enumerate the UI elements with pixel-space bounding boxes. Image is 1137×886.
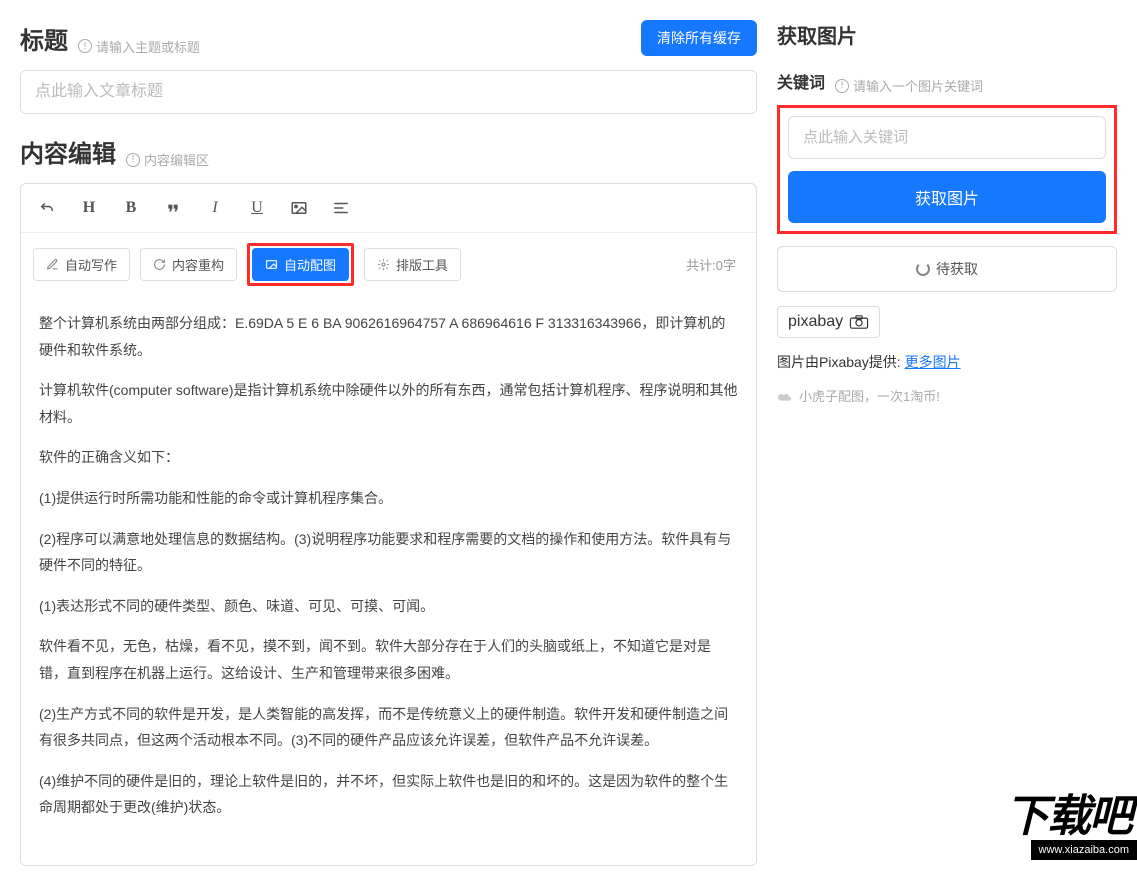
auto-write-button[interactable]: 自动写作 xyxy=(33,248,130,281)
editor-container: H B I U 自动写作 xyxy=(20,183,757,866)
info-icon: ! xyxy=(78,39,92,53)
paragraph: 计算机软件(computer software)是指计算机系统中除硬件以外的所有… xyxy=(39,377,738,430)
paragraph: 整个计算机系统由两部分组成：E.69DA 5 E 6 BA 9062616964… xyxy=(39,310,738,363)
word-count-label: 共计:0字 xyxy=(686,255,744,274)
align-left-icon[interactable] xyxy=(327,194,355,222)
content-section-label: 内容编辑 xyxy=(20,134,116,169)
title-hint: ! 请输入主题或标题 xyxy=(78,37,200,56)
cloud-icon xyxy=(777,390,793,402)
auto-image-highlight: 自动配图 xyxy=(247,243,354,286)
footer-note: 小虎子配图，一次1淘币! xyxy=(777,386,1117,405)
info-icon: ! xyxy=(835,79,849,93)
more-images-link[interactable]: 更多图片 xyxy=(905,354,961,370)
heading-icon[interactable]: H xyxy=(75,194,103,222)
watermark-url: www.xiazaiba.com xyxy=(1031,840,1137,860)
pending-status: 待获取 xyxy=(777,246,1117,292)
restructure-button[interactable]: 内容重构 xyxy=(140,248,237,281)
keyword-highlight-box: 获取图片 xyxy=(777,105,1117,234)
title-section-label: 标题 xyxy=(20,21,68,56)
paragraph: (2)生产方式不同的软件是开发，是人类智能的高发挥，而不是传统意义上的硬件制造。… xyxy=(39,701,738,754)
keyword-label: 关键词 xyxy=(777,69,825,93)
camera-icon xyxy=(849,315,869,329)
paragraph: 软件的正确含义如下： xyxy=(39,444,738,471)
keyword-label-row: 关键词 ! 请输入一个图片关键词 xyxy=(777,69,1117,95)
undo-icon[interactable] xyxy=(33,194,61,222)
image-panel-title: 获取图片 xyxy=(777,20,1117,49)
pixabay-badge: pixabay xyxy=(777,306,880,338)
article-title-input[interactable] xyxy=(20,70,757,114)
paragraph: (2)程序可以满意地处理信息的数据结构。(3)说明程序功能要求和程序需要的文档的… xyxy=(39,526,738,579)
spinner-icon xyxy=(916,262,930,276)
info-icon: ! xyxy=(126,153,140,167)
provider-text: 图片由Pixabay提供: 更多图片 xyxy=(777,352,1117,372)
action-toolbar: 自动写作 内容重构 自动配图 排版工具 共计:0字 xyxy=(21,233,756,296)
auto-image-button[interactable]: 自动配图 xyxy=(252,248,349,281)
paragraph: (1)提供运行时所需功能和性能的命令或计算机程序集合。 xyxy=(39,485,738,512)
content-editor[interactable]: 整个计算机系统由两部分组成：E.69DA 5 E 6 BA 9062616964… xyxy=(21,296,756,865)
get-image-button[interactable]: 获取图片 xyxy=(788,171,1106,223)
keyword-hint: ! 请输入一个图片关键词 xyxy=(835,76,983,95)
paragraph: (4)维护不同的硬件是旧的，理论上软件是旧的，并不坏，但实际上软件也是旧的和坏的… xyxy=(39,768,738,821)
content-hint: ! 内容编辑区 xyxy=(126,150,209,169)
quote-icon[interactable] xyxy=(159,194,187,222)
bold-icon[interactable]: B xyxy=(117,194,145,222)
underline-icon[interactable]: U xyxy=(243,194,271,222)
clear-cache-button[interactable]: 清除所有缓存 xyxy=(641,20,757,56)
layout-tool-button[interactable]: 排版工具 xyxy=(364,248,461,281)
italic-icon[interactable]: I xyxy=(201,194,229,222)
title-header-row: 标题 ! 请输入主题或标题 清除所有缓存 xyxy=(20,20,757,56)
image-icon[interactable] xyxy=(285,194,313,222)
paragraph: (1)表达形式不同的硬件类型、颜色、味道、可见、可摸、可闻。 xyxy=(39,593,738,620)
content-header-row: 内容编辑 ! 内容编辑区 xyxy=(20,134,757,169)
format-toolbar: H B I U xyxy=(21,184,756,233)
paragraph: 软件看不见，无色，枯燥，看不见，摸不到，闻不到。软件大部分存在于人们的头脑或纸上… xyxy=(39,633,738,686)
keyword-input[interactable] xyxy=(788,116,1106,159)
